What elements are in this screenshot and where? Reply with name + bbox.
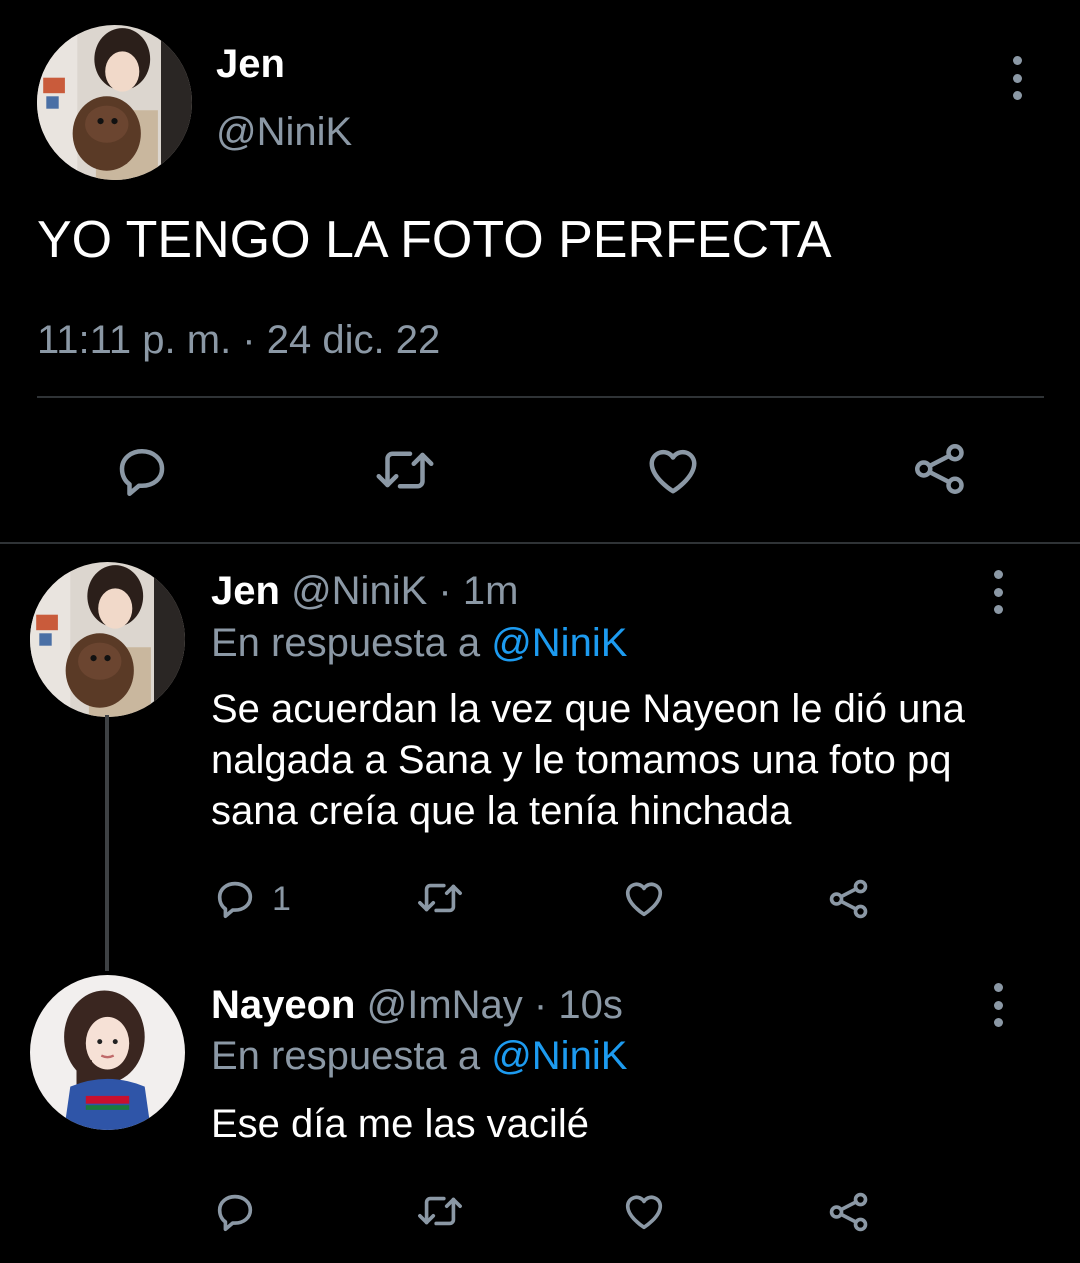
divider — [37, 396, 1044, 398]
like-icon[interactable] — [642, 440, 704, 500]
reply-text: Ese día me las vacilé — [211, 1102, 589, 1146]
share-icon[interactable] — [826, 875, 872, 923]
more-options-icon[interactable] — [1007, 56, 1027, 100]
avatar-image — [30, 975, 185, 1130]
share-icon[interactable] — [910, 438, 970, 500]
like-icon[interactable] — [620, 1188, 668, 1234]
reply-text: Se acuerdan la vez que Nayeon le dió una… — [211, 687, 965, 833]
reply-header: Jen @NiniK · 1m — [211, 567, 518, 615]
reply-author-handle[interactable]: @ImNay — [367, 983, 523, 1027]
avatar-jen[interactable] — [37, 25, 192, 180]
more-options-icon[interactable] — [988, 983, 1008, 1027]
like-icon[interactable] — [620, 875, 668, 921]
retweet-icon[interactable] — [372, 440, 438, 500]
thread-line — [105, 715, 109, 971]
reply-icon[interactable] — [212, 1188, 258, 1234]
avatar-image — [30, 562, 185, 717]
avatar-jen[interactable] — [30, 562, 185, 717]
reply-time[interactable]: 1m — [463, 569, 519, 613]
divider — [0, 542, 1080, 544]
reply-author-name[interactable]: Nayeon — [211, 983, 356, 1027]
reply-context: En respuesta a @NiniK — [211, 1032, 627, 1080]
retweet-icon[interactable] — [414, 1188, 466, 1234]
reply-to-prefix: En respuesta a — [211, 1034, 481, 1078]
separator-dot: · — [438, 569, 452, 613]
reply-to-mention[interactable]: @NiniK — [491, 621, 627, 665]
reply-icon[interactable] — [112, 440, 172, 500]
author-handle[interactable]: @NiniK — [216, 108, 352, 156]
reply-author-handle[interactable]: @NiniK — [291, 569, 427, 613]
reply-to-mention[interactable]: @NiniK — [491, 1034, 627, 1078]
tweet-text: YO TENGO LA FOTO PERFECTA — [37, 211, 832, 269]
author-name[interactable]: Jen — [216, 40, 285, 88]
reply-icon[interactable] — [212, 875, 258, 921]
reply-to-prefix: En respuesta a — [211, 621, 481, 665]
tweet-timestamp[interactable]: 11:11 p. m. · 24 dic. 22 — [37, 314, 440, 366]
reply-author-name[interactable]: Jen — [211, 569, 280, 613]
reply-header: Nayeon @ImNay · 10s — [211, 981, 623, 1029]
retweet-icon[interactable] — [414, 875, 466, 921]
reply-time[interactable]: 10s — [558, 983, 623, 1027]
more-options-icon[interactable] — [988, 570, 1008, 614]
separator-dot: · — [533, 983, 548, 1027]
share-icon[interactable] — [826, 1188, 872, 1236]
reply-context: En respuesta a @NiniK — [211, 619, 627, 667]
avatar-image — [37, 25, 192, 180]
reply-count: 1 — [272, 880, 291, 918]
avatar-nayeon[interactable] — [30, 975, 185, 1130]
